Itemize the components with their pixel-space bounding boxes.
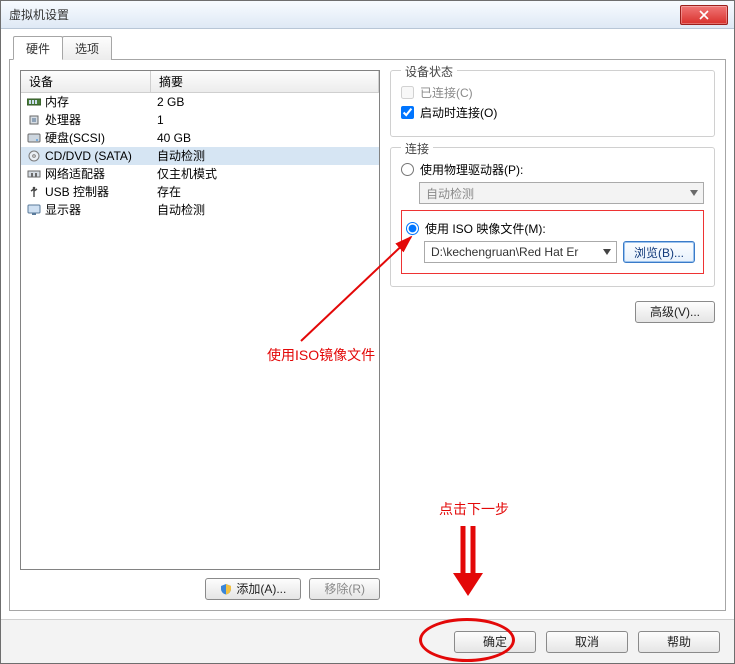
device-name: CD/DVD (SATA) [45,147,132,165]
device-row[interactable]: CD/DVD (SATA) 自动检测 [21,147,379,165]
device-row[interactable]: USB 控制器 存在 [21,183,379,201]
combo-physical-drive[interactable]: 自动检测 [419,182,704,204]
combo-iso-path[interactable]: D:\kechengruan\Red Hat Er [424,241,617,263]
iso-path-value: D:\kechengruan\Red Hat Er [431,245,578,259]
device-row[interactable]: 硬盘(SCSI) 40 GB [21,129,379,147]
device-summary: 自动检测 [157,147,205,165]
device-summary: 40 GB [157,129,191,147]
client-area: 硬件 选项 设备 摘要 内存2 GB处理器1硬盘(SCSI)40 GBCD/DV… [1,29,734,619]
row-physical-combo: 自动检测 [419,182,704,204]
device-name: USB 控制器 [45,183,109,201]
net-icon [27,168,41,180]
group-connection: 连接 使用物理驱动器(P): 自动检测 使 [390,147,715,287]
chevron-down-icon [603,249,611,255]
row-connected[interactable]: 已连接(C) [401,84,704,101]
legend-connection: 连接 [401,140,433,157]
device-name: 硬盘(SCSI) [45,129,105,147]
checkbox-connect-on-start[interactable] [401,106,414,119]
browse-button[interactable]: 浏览(B)... [623,241,695,263]
legend-device-status: 设备状态 [401,63,457,80]
checkbox-connected[interactable] [401,86,414,99]
usb-icon [27,186,41,198]
ok-button-label: 确定 [483,634,507,650]
row-connect-on-start[interactable]: 启动时连接(O) [401,104,704,121]
remove-button[interactable]: 移除(R) [309,578,380,600]
advanced-row: 高级(V)... [390,301,715,323]
add-button[interactable]: 添加(A)... [205,578,301,600]
help-button[interactable]: 帮助 [638,631,720,653]
radio-physical[interactable] [401,163,414,176]
window-title: 虚拟机设置 [9,1,680,29]
titlebar: 虚拟机设置 [1,1,734,29]
close-icon [699,10,709,20]
device-summary: 存在 [157,183,181,201]
cpu-icon [27,114,41,126]
iso-highlight-box: 使用 ISO 映像文件(M): D:\kechengruan\Red Hat E… [401,210,704,274]
advanced-button[interactable]: 高级(V)... [635,301,715,323]
tab-options[interactable]: 选项 [62,36,112,60]
advanced-button-label: 高级(V)... [650,304,700,320]
left-button-row: 添加(A)... 移除(R) [20,578,380,600]
device-row[interactable]: 网络适配器 仅主机模式 [21,165,379,183]
device-summary: 1 [157,111,164,129]
device-row[interactable]: 内存 2 GB [21,93,379,111]
device-list-header: 设备 摘要 [21,71,379,93]
cd-icon [27,150,41,162]
disk-icon [27,132,41,144]
remove-button-label: 移除(R) [324,581,365,597]
display-icon [27,204,41,216]
label-physical: 使用物理驱动器(P): [420,161,523,178]
chevron-down-icon [690,190,698,196]
device-name: 内存 [45,93,69,111]
tab-pane: 设备 摘要 内存2 GB处理器1硬盘(SCSI)40 GBCD/DVD (SAT… [9,59,726,611]
row-physical-drive[interactable]: 使用物理驱动器(P): [401,161,704,178]
row-iso[interactable]: 使用 ISO 映像文件(M): [406,220,695,237]
close-button[interactable] [680,5,728,25]
shield-icon [220,583,232,595]
device-summary: 自动检测 [157,201,205,219]
tab-strip: 硬件 选项 [9,35,726,59]
cancel-button-label: 取消 [575,634,599,650]
help-button-label: 帮助 [667,634,691,650]
browse-button-label: 浏览(B)... [634,246,684,260]
device-list[interactable]: 设备 摘要 内存2 GB处理器1硬盘(SCSI)40 GBCD/DVD (SAT… [20,70,380,570]
radio-iso[interactable] [406,222,419,235]
header-summary[interactable]: 摘要 [151,71,379,92]
add-button-label: 添加(A)... [236,581,286,597]
tab-hardware[interactable]: 硬件 [13,36,63,60]
device-row[interactable]: 显示器 自动检测 [21,201,379,219]
label-connect-on-start: 启动时连接(O) [420,104,497,121]
combo-physical-value: 自动检测 [426,185,474,202]
group-device-status: 设备状态 已连接(C) 启动时连接(O) [390,70,715,137]
device-summary: 仅主机模式 [157,165,217,183]
cancel-button[interactable]: 取消 [546,631,628,653]
label-connected: 已连接(C) [420,84,473,101]
header-device[interactable]: 设备 [21,71,151,92]
device-summary: 2 GB [157,93,184,111]
row-iso-path: D:\kechengruan\Red Hat Er 浏览(B)... [424,241,695,263]
device-list-body: 内存 2 GB 处理器 1 硬盘(SCSI) 40 GB CD/DVD (SATA) 自动检测… [21,93,379,569]
bottom-bar: 确定 取消 帮助 [1,619,734,663]
right-column: 设备状态 已连接(C) 启动时连接(O) 连接 使用物理驱动器 [390,70,715,600]
vm-settings-window: 虚拟机设置 硬件 选项 设备 摘要 内存 2 GB 处理器 1 硬盘(SCSI) 40 G… [0,0,735,664]
memory-icon [27,96,41,108]
device-name: 网络适配器 [45,165,105,183]
device-row[interactable]: 处理器 1 [21,111,379,129]
device-name: 显示器 [45,201,81,219]
ok-button[interactable]: 确定 [454,631,536,653]
label-iso: 使用 ISO 映像文件(M): [425,220,546,237]
device-name: 处理器 [45,111,81,129]
left-column: 设备 摘要 内存2 GB处理器1硬盘(SCSI)40 GBCD/DVD (SAT… [20,70,380,600]
